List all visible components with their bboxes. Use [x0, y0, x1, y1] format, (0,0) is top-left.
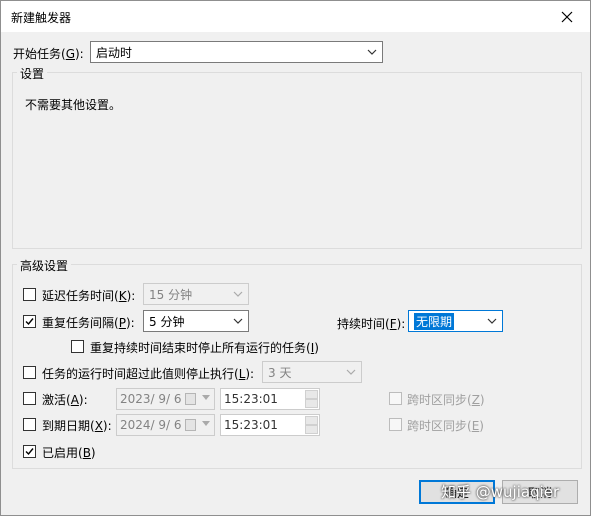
spin-up-icon[interactable]: [305, 390, 318, 399]
title-bar: 新建触发器: [1, 1, 590, 32]
settings-info-text: 不需要其他设置。: [25, 98, 122, 112]
duration-label: 持续时间(F):: [337, 317, 406, 331]
expire-checkbox[interactable]: [23, 418, 36, 431]
expire-date-value: 2024/ 9/ 6: [120, 418, 182, 432]
expire-label: 到期日期(X):: [42, 419, 112, 433]
begin-task-value: 启动时: [96, 45, 133, 60]
stop-longer-label: 任务的运行时间超过此值则停止执行(L):: [42, 367, 255, 381]
chevron-down-icon: [202, 421, 210, 426]
chevron-down-icon: [233, 318, 243, 324]
delay-task-select[interactable]: 15 分钟: [143, 283, 249, 305]
repeat-interval-select[interactable]: 5 分钟: [143, 310, 249, 332]
activate-date-picker[interactable]: 2023/ 9/ 6: [116, 388, 215, 410]
stop-longer-select[interactable]: 3 天: [262, 361, 362, 383]
checkmark-icon: [25, 318, 34, 326]
stop-all-label: 重复持续时间结束时停止所有运行的任务(I): [90, 341, 319, 355]
delay-task-label: 延迟任务时间(K):: [42, 289, 136, 303]
repeat-interval-value: 5 分钟: [149, 314, 185, 329]
watermark: 知乎 @wujiaqier: [441, 483, 560, 501]
spin-up-icon[interactable]: [305, 416, 318, 425]
calendar-icon: [185, 419, 196, 431]
activate-checkbox[interactable]: [23, 392, 36, 405]
enabled-label: 已启用(B): [42, 446, 96, 460]
repeat-task-label: 重复任务间隔(P):: [42, 316, 135, 330]
delay-task-checkbox[interactable]: [23, 288, 36, 301]
close-button[interactable]: [544, 1, 590, 32]
spin-down-icon[interactable]: [305, 425, 318, 434]
delay-task-value: 15 分钟: [149, 287, 193, 302]
spin-down-icon[interactable]: [305, 399, 318, 408]
activate-sync-checkbox[interactable]: [389, 392, 402, 405]
new-trigger-dialog: 新建触发器 开始任务(G): 启动时 设置 不需要其他设置。 高级设置 延迟任务…: [0, 0, 591, 516]
duration-value: 无限期: [414, 312, 455, 330]
dialog-title: 新建触发器: [11, 11, 72, 25]
activate-sync-label: 跨时区同步(Z): [407, 393, 485, 407]
begin-task-label: 开始任务(G):: [13, 47, 84, 61]
chevron-down-icon: [202, 395, 210, 400]
stop-all-checkbox[interactable]: [71, 340, 84, 353]
stop-longer-value: 3 天: [268, 365, 292, 380]
activate-time-spinner[interactable]: 15:23:01: [220, 388, 320, 410]
duration-select[interactable]: 无限期: [408, 310, 503, 332]
activate-label: 激活(A):: [42, 393, 88, 407]
enabled-checkbox[interactable]: [23, 445, 36, 458]
expire-time-spinner[interactable]: 15:23:01: [220, 414, 320, 436]
chevron-down-icon: [233, 291, 243, 297]
advanced-settings-title: 高级设置: [17, 257, 72, 274]
checkmark-icon: [25, 448, 34, 456]
activate-time-value: 15:23:01: [224, 392, 278, 406]
chevron-down-icon: [487, 318, 497, 324]
expire-sync-label: 跨时区同步(E): [407, 419, 484, 433]
calendar-icon: [185, 393, 196, 405]
chevron-down-icon: [367, 49, 377, 55]
stop-longer-checkbox[interactable]: [23, 366, 36, 379]
repeat-task-checkbox[interactable]: [23, 315, 36, 328]
chevron-down-icon: [346, 369, 356, 375]
expire-date-picker[interactable]: 2024/ 9/ 6: [116, 414, 215, 436]
expire-sync-checkbox[interactable]: [389, 418, 402, 431]
settings-group-title: 设置: [17, 65, 48, 82]
begin-task-select[interactable]: 启动时: [90, 41, 383, 63]
close-icon: [561, 11, 573, 22]
activate-date-value: 2023/ 9/ 6: [120, 392, 182, 406]
expire-time-value: 15:23:01: [224, 418, 278, 432]
